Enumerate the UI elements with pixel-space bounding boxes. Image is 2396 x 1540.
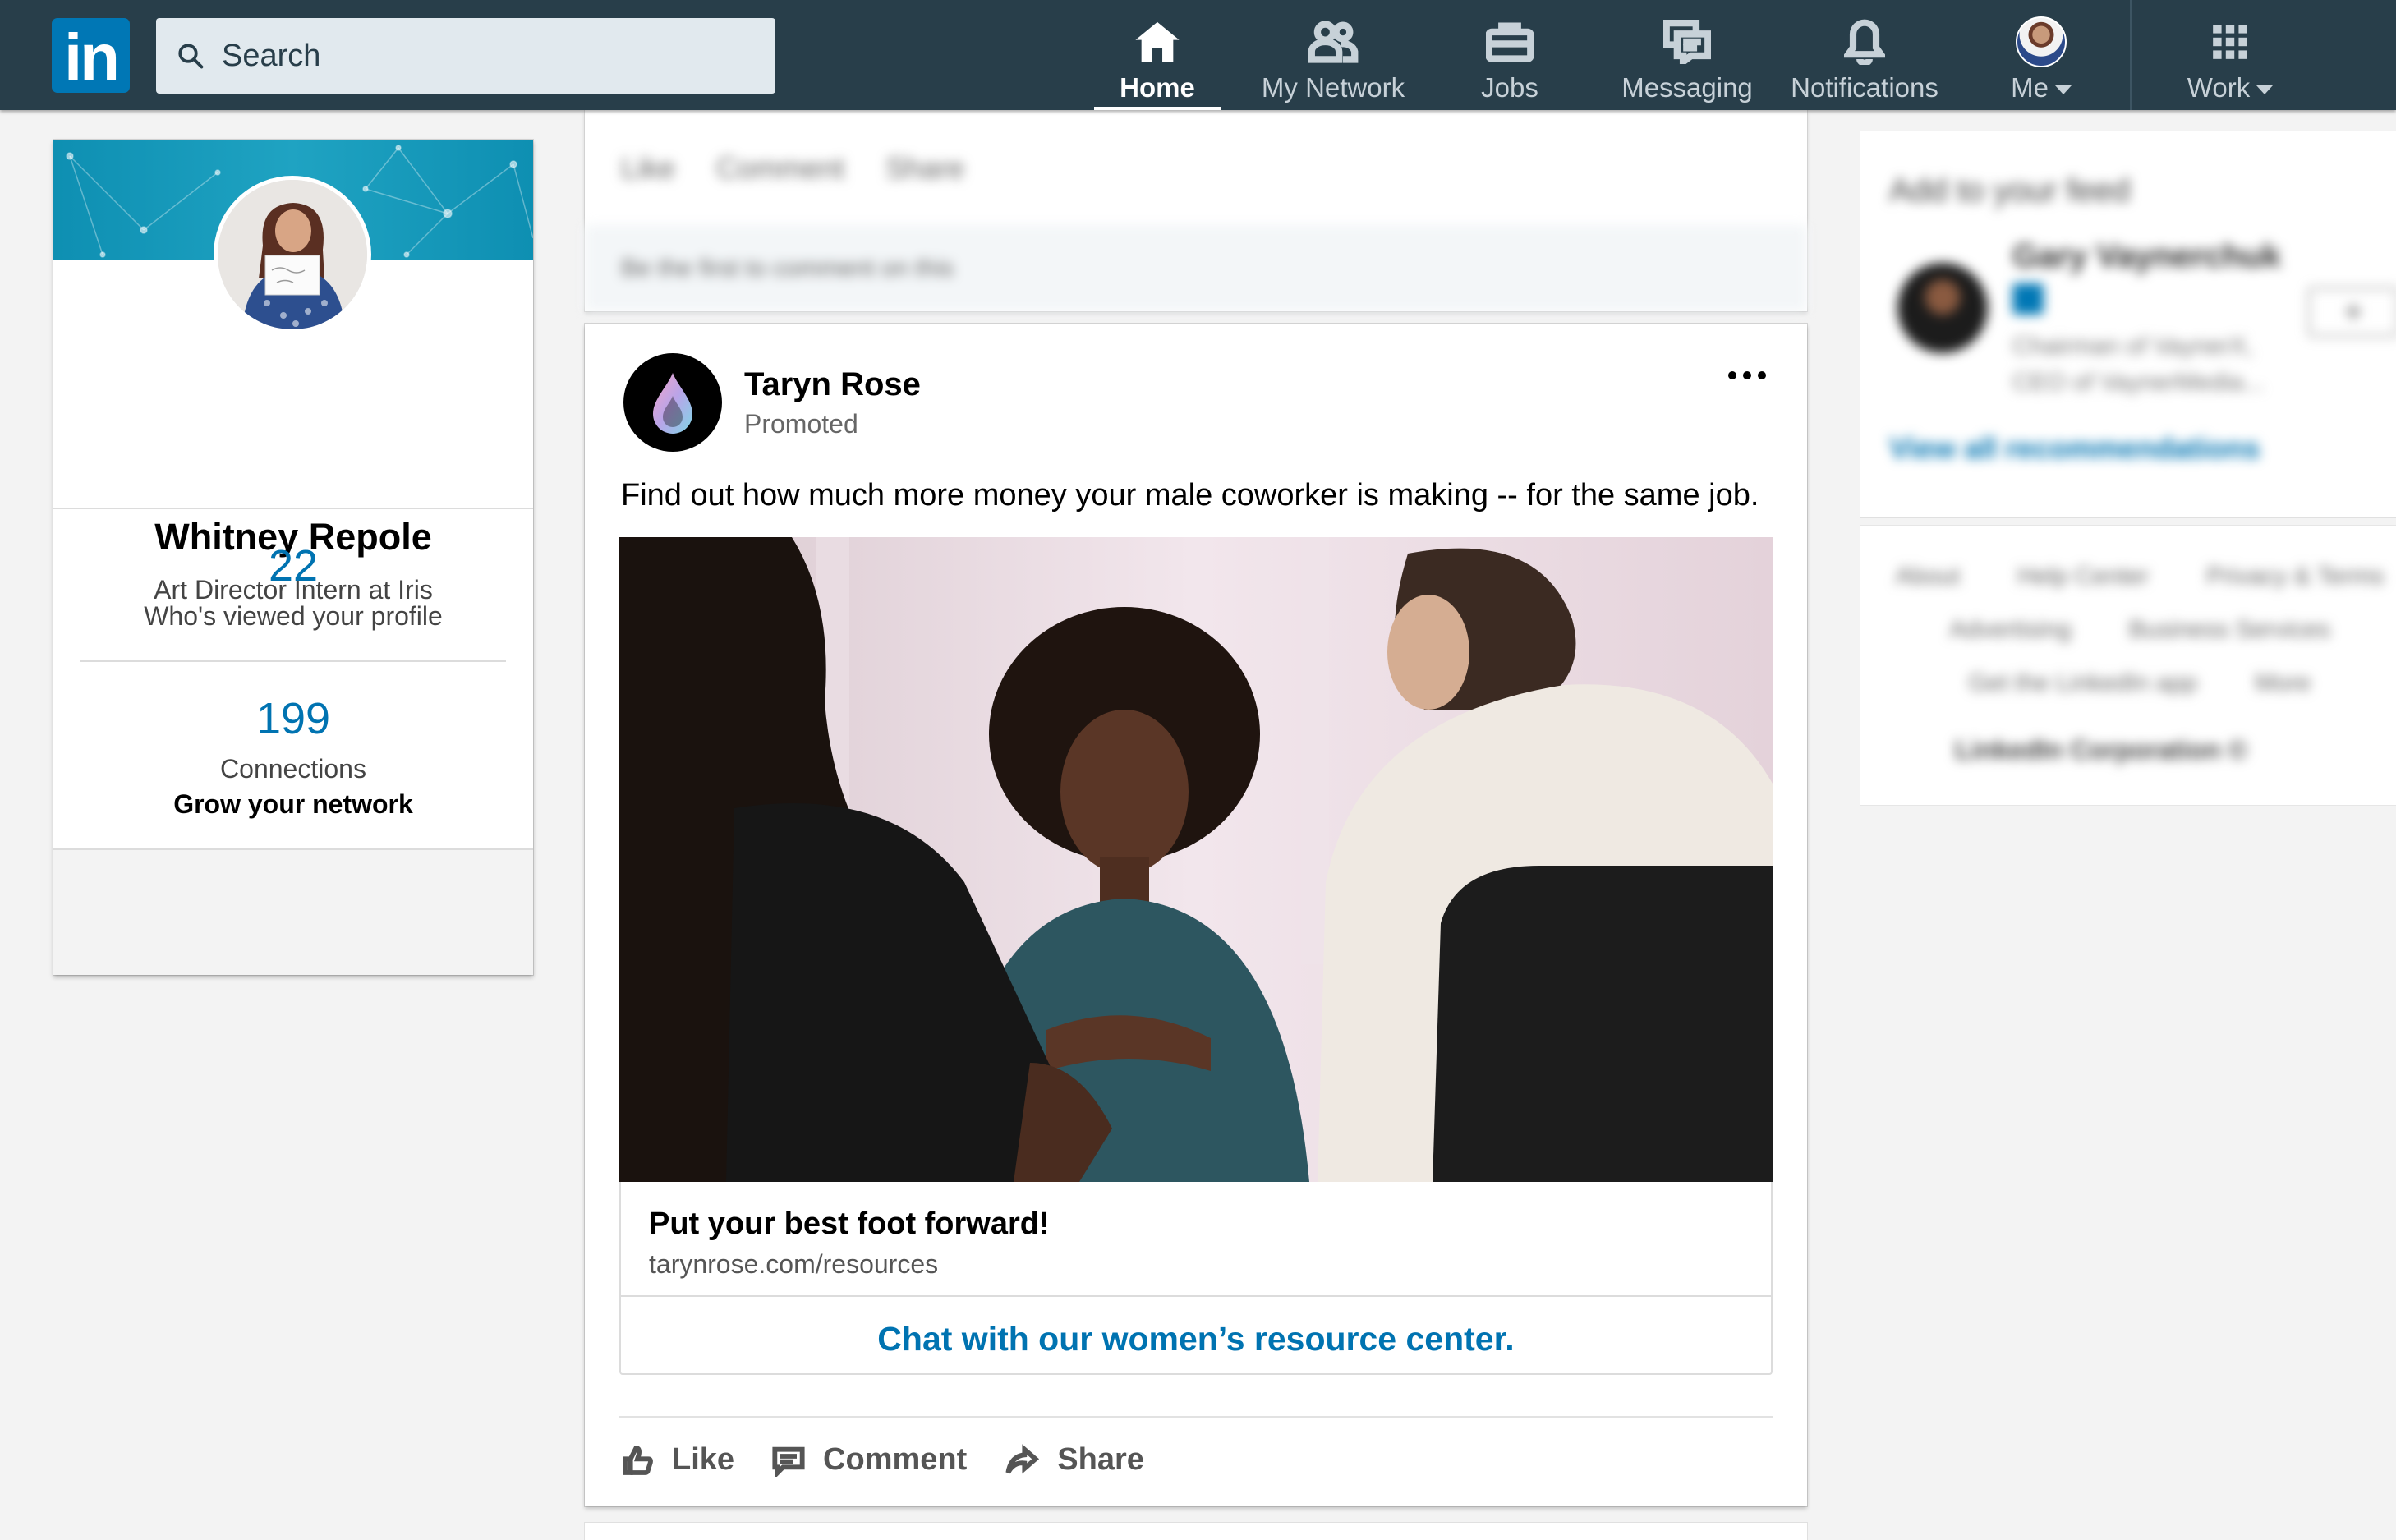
nav-work[interactable]: Work	[2182, 0, 2279, 110]
avatar	[2016, 16, 2067, 67]
meeting-photo	[619, 537, 1773, 1182]
bell-icon	[1844, 19, 1885, 65]
footer-link-more[interactable]: More	[2255, 669, 2311, 697]
nav-divider	[2130, 0, 2132, 110]
next-post	[585, 1523, 1807, 1540]
cta-button[interactable]: Chat with our women’s resource center.	[621, 1320, 1771, 1358]
profile-photo-image	[218, 180, 367, 329]
profile-views-count[interactable]: 22	[53, 540, 533, 591]
ad-link-card[interactable]: Put your best foot forward! tarynrose.co…	[619, 1182, 1773, 1375]
nav-messaging[interactable]: Messaging	[1618, 0, 1756, 110]
logo-text: in	[63, 21, 120, 94]
previous-post: Like Comment Share Be the first to comme…	[585, 110, 1807, 311]
ad-url[interactable]: tarynrose.com/resources	[649, 1249, 938, 1280]
recommendation-name[interactable]: Gary Vaynerchuk	[2012, 238, 2281, 275]
nav-me[interactable]: Me	[2004, 0, 2078, 110]
nav-jobs[interactable]: Jobs	[1467, 0, 1552, 110]
ad-image[interactable]	[619, 537, 1773, 1182]
top-nav: in Home My Network Jobs Messaging Notifi…	[0, 0, 2396, 110]
nav-work-label: Work	[2187, 72, 2251, 103]
profile-card: Whitney Repole Art Director Intern at Ir…	[53, 140, 533, 975]
follow-button[interactable]: +	[2308, 287, 2396, 337]
share-icon	[1005, 1443, 1040, 1473]
nav-home[interactable]: Home	[1094, 0, 1221, 110]
nav-my-network-label: My Network	[1261, 72, 1405, 103]
right-rail: Add to your feed Gary Vaynerchuk Chairma…	[1860, 131, 2396, 805]
comment-button[interactable]: Comment	[772, 1442, 967, 1478]
add-to-feed-card: Add to your feed Gary Vaynerchuk Chairma…	[1860, 131, 2396, 517]
briefcase-icon	[1486, 22, 1534, 62]
post-actions: Like Comment Share	[621, 1442, 1144, 1478]
caret-down-icon	[2054, 85, 2072, 94]
chat-icon	[1663, 20, 1711, 64]
nav-notifications[interactable]: Notifications	[1784, 0, 1945, 110]
grow-network-link[interactable]: Grow your network	[53, 789, 533, 820]
connections-label[interactable]: Connections	[53, 754, 533, 784]
taryn-rose-logo[interactable]	[623, 353, 722, 452]
rail-footer: About Help Center Privacy & Terms Advert…	[1860, 526, 2396, 805]
footer-brand: LinkedIn Corporation ©	[1955, 735, 2248, 765]
like-button[interactable]: Like	[621, 151, 675, 186]
footer-link-advertising[interactable]: Advertising	[1949, 616, 2071, 644]
linkedin-logo[interactable]: in	[52, 18, 130, 94]
flame-logo-icon	[653, 373, 692, 434]
recommendation-description: Chairman of VaynerX, CEO of VaynerMedia..…	[2012, 329, 2264, 401]
footer-link-about[interactable]: About	[1896, 563, 1960, 591]
caret-down-icon	[2256, 85, 2274, 94]
profile-card-footer	[53, 850, 533, 975]
rail-title: Add to your feed	[1889, 172, 2131, 209]
post-text: Find out how much more money your male c…	[621, 478, 1759, 513]
search-icon	[178, 44, 204, 69]
profile-views-label[interactable]: Who's viewed your profile	[53, 601, 533, 632]
nav-me-label: Me	[2011, 72, 2049, 103]
footer-link-business[interactable]: Business Services	[2129, 616, 2330, 644]
share-button[interactable]: Share	[885, 151, 964, 186]
footer-link-app[interactable]: Get the LinkedIn app	[1969, 669, 2198, 697]
sponsored-post: Taryn Rose Promoted Find out how much mo…	[585, 324, 1807, 1506]
nav-my-network[interactable]: My Network	[1255, 0, 1411, 110]
footer-link-help[interactable]: Help Center	[2017, 563, 2149, 591]
linkedin-badge-icon	[2012, 283, 2044, 315]
grid-icon	[2213, 25, 2247, 59]
promoted-label: Promoted	[744, 409, 858, 439]
share-label: Share	[1057, 1442, 1144, 1477]
recommendation-desc-line2: CEO of VaynerMedia...	[2012, 369, 2265, 396]
like-label: Like	[672, 1442, 735, 1477]
view-all-recommendations-link[interactable]: View all recommendations	[1889, 431, 2260, 466]
footer-link-privacy[interactable]: Privacy & Terms	[2206, 563, 2384, 591]
more-options-icon[interactable]	[1720, 363, 1774, 388]
connections-count[interactable]: 199	[53, 693, 533, 744]
ad-headline[interactable]: Put your best foot forward!	[649, 1207, 1050, 1242]
nav-jobs-label: Jobs	[1481, 72, 1538, 103]
comment-button[interactable]: Comment	[716, 151, 844, 186]
search-bar[interactable]	[156, 18, 775, 94]
divider	[80, 660, 506, 662]
profile-photo[interactable]	[214, 176, 371, 333]
comment-icon	[772, 1446, 805, 1477]
nav-messaging-label: Messaging	[1621, 72, 1753, 103]
comment-label: Comment	[823, 1442, 968, 1477]
divider	[621, 1295, 1771, 1297]
search-input[interactable]	[222, 38, 747, 74]
avatar[interactable]	[1897, 263, 1988, 353]
share-button[interactable]: Share	[1005, 1442, 1144, 1478]
thumbs-up-icon	[623, 1445, 653, 1475]
comment-prompt: Be the first to comment on this	[585, 225, 1807, 311]
divider	[53, 508, 533, 509]
divider	[619, 1416, 1773, 1418]
nav-notifications-label: Notifications	[1791, 72, 1938, 103]
people-icon	[1308, 21, 1359, 63]
like-button[interactable]: Like	[621, 1442, 734, 1478]
post-author[interactable]: Taryn Rose	[744, 366, 921, 403]
recommendation-desc-line1: Chairman of VaynerX,	[2012, 333, 2253, 360]
nav-home-label: Home	[1120, 72, 1195, 103]
home-icon	[1135, 21, 1180, 62]
